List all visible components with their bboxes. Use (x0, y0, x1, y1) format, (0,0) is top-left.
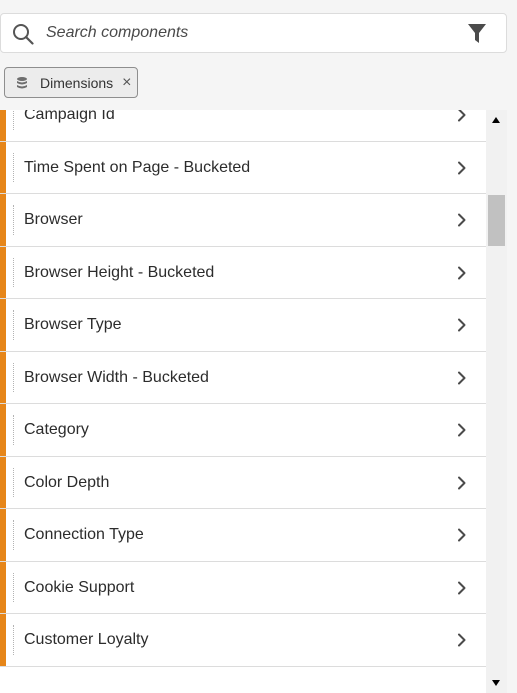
dimensions-filter-tag: Dimensions × (4, 67, 138, 98)
drag-handle-icon[interactable] (13, 572, 14, 602)
scroll-down-arrow-icon[interactable] (492, 680, 500, 686)
dimension-color-bar (0, 456, 6, 508)
drag-handle-icon[interactable] (13, 152, 14, 182)
drag-handle-icon[interactable] (13, 362, 14, 392)
list-item-label: Category (24, 421, 89, 438)
chevron-right-icon[interactable] (457, 110, 467, 122)
list-item-label: Campaign Id (24, 110, 115, 123)
dimension-color-bar (0, 509, 6, 561)
drag-handle-icon[interactable] (13, 310, 14, 340)
tag-remove-icon[interactable]: × (122, 74, 131, 91)
chevron-right-icon[interactable] (457, 161, 467, 175)
list-item[interactable]: Browser Height - Bucketed (0, 246, 486, 299)
chevron-right-icon[interactable] (457, 213, 467, 227)
list-item[interactable]: Cookie Support (0, 561, 486, 614)
scrollbar[interactable] (486, 110, 507, 693)
chevron-right-icon[interactable] (457, 371, 467, 385)
list-item-label: Browser Width - Bucketed (24, 368, 209, 386)
search-box (0, 13, 507, 53)
list-item[interactable]: Browser (0, 194, 486, 247)
chevron-right-icon[interactable] (457, 476, 467, 490)
list-item[interactable]: Customer Loyalty (0, 614, 486, 667)
list-item[interactable]: Campaign Id (0, 110, 486, 142)
scroll-thumb[interactable] (488, 195, 505, 246)
list-item[interactable]: Browser Type (0, 299, 486, 352)
list-item-label: Browser (24, 211, 83, 228)
chevron-right-icon[interactable] (457, 528, 467, 542)
chevron-right-icon[interactable] (457, 423, 467, 437)
list-item[interactable]: Category (0, 404, 486, 457)
dimension-color-bar (0, 194, 6, 246)
chevron-right-icon[interactable] (457, 581, 467, 595)
chevron-right-icon[interactable] (457, 318, 467, 332)
scroll-up-arrow-icon[interactable] (492, 117, 500, 123)
list-item[interactable]: Connection Type (0, 509, 486, 562)
dimension-color-bar (0, 141, 6, 193)
chevron-right-icon[interactable] (457, 633, 467, 647)
dimension-stack-icon (17, 76, 27, 88)
search-icon (13, 24, 34, 45)
list-item[interactable]: Color Depth (0, 456, 486, 509)
tag-label: Dimensions (40, 74, 114, 91)
list-item-label: Browser Type (24, 316, 122, 333)
drag-handle-icon[interactable] (13, 257, 14, 287)
list-item-label: Time Spent on Page - Bucketed (24, 158, 251, 176)
list-item[interactable]: Time Spent on Page - Bucketed (0, 141, 486, 194)
chevron-right-icon[interactable] (457, 266, 467, 280)
list-item[interactable]: Browser Width - Bucketed (0, 351, 486, 404)
dimension-color-bar (0, 246, 6, 298)
dimension-color-bar (0, 404, 6, 456)
list-item-label: Cookie Support (24, 578, 135, 596)
dimension-color-bar (0, 614, 6, 666)
list-item-label: Color Depth (24, 473, 110, 491)
list-item-label: Customer Loyalty (24, 631, 149, 648)
dimension-color-bar (0, 110, 6, 141)
drag-handle-icon[interactable] (13, 520, 14, 550)
drag-handle-icon[interactable] (13, 110, 14, 130)
component-list: Campaign Id Time Spent on Page - Bucketed… (0, 110, 486, 693)
drag-handle-icon[interactable] (13, 205, 14, 235)
dimension-color-bar (0, 561, 6, 613)
drag-handle-icon[interactable] (13, 625, 14, 655)
list-item-label: Connection Type (24, 526, 144, 543)
component-list-inner: Campaign Id Time Spent on Page - Bucketed… (0, 110, 486, 667)
dimension-color-bar (0, 299, 6, 351)
drag-handle-icon[interactable] (13, 467, 14, 497)
filter-icon[interactable] (467, 23, 487, 45)
drag-handle-icon[interactable] (13, 415, 14, 445)
search-input[interactable] (46, 14, 446, 52)
list-item-label: Browser Height - Bucketed (24, 263, 215, 281)
dimension-color-bar (0, 351, 6, 403)
